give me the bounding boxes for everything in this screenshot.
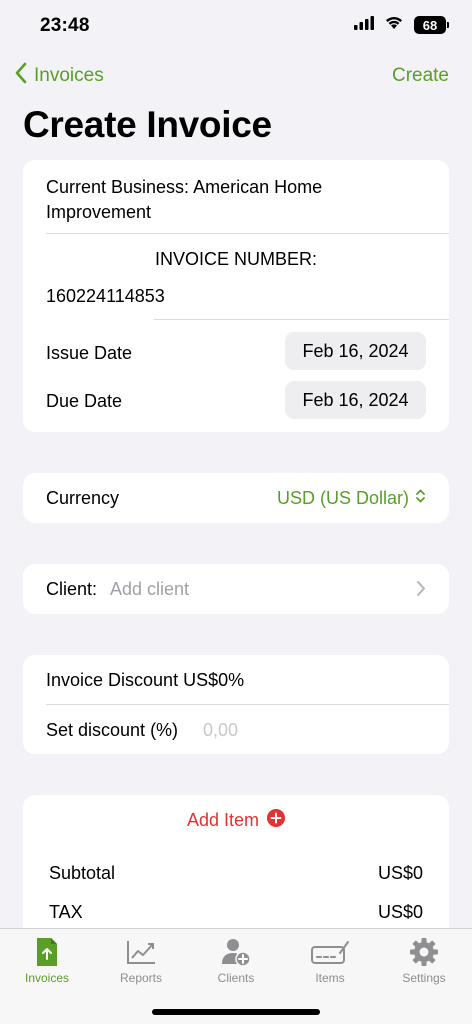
navigation-bar: Invoices Create	[0, 60, 472, 92]
business-line-2: Improvement	[46, 202, 152, 222]
chevron-up-down-icon	[415, 488, 426, 509]
plus-circle-icon	[267, 809, 286, 832]
page-title: Create Invoice	[23, 104, 272, 145]
chart-icon	[101, 935, 181, 969]
back-label: Invoices	[34, 65, 104, 86]
tab-label: Reports	[119, 971, 163, 985]
currency-card[interactable]: Currency USD (US Dollar)	[23, 473, 449, 523]
current-business: Current Business: American Home Improvem…	[46, 175, 322, 225]
client-label: Client:	[46, 579, 98, 599]
issue-date-picker[interactable]: Feb 16, 2024	[285, 332, 426, 370]
tab-items[interactable]: Items	[290, 935, 370, 985]
items-icon	[290, 935, 370, 969]
tab-label: Settings	[402, 971, 446, 985]
currency-picker[interactable]: USD (US Dollar)	[277, 488, 426, 509]
business-line-1: Current Business: American Home	[46, 177, 323, 197]
set-discount-label: Set discount (%)	[46, 720, 179, 740]
tax-label: TAX	[49, 902, 83, 922]
due-date-label: Due Date	[46, 391, 123, 411]
wifi-icon	[384, 15, 404, 35]
subtotal-label: Subtotal	[49, 863, 116, 883]
issue-date-label: Issue Date	[46, 343, 133, 363]
invoice-number-label: INVOICE NUMBER:	[154, 249, 318, 269]
invoice-discount-title: Invoice Discount US$0%	[46, 670, 245, 690]
status-icons: 68	[354, 15, 449, 35]
tab-reports[interactable]: Reports	[101, 935, 181, 985]
discount-input[interactable]: 0,00	[203, 720, 238, 741]
add-client-placeholder[interactable]: Add client	[110, 579, 189, 600]
tab-settings[interactable]: Settings	[384, 935, 464, 985]
add-person-icon	[196, 935, 276, 969]
signal-icon	[354, 15, 374, 35]
status-bar: 23:48 68	[0, 0, 472, 54]
invoice-icon	[7, 935, 87, 969]
client-card[interactable]: Client: Add client	[23, 564, 449, 614]
tab-label: Invoices	[24, 971, 70, 985]
chevron-left-icon	[14, 62, 28, 90]
currency-value: USD (US Dollar)	[276, 488, 409, 508]
divider	[46, 233, 449, 234]
tax-value: US$0	[377, 902, 423, 922]
tab-clients[interactable]: Clients	[196, 935, 276, 985]
add-item-button[interactable]: Add Item	[23, 809, 449, 832]
invoice-details-card: Current Business: American Home Improvem…	[23, 160, 449, 432]
back-button[interactable]: Invoices	[14, 62, 104, 90]
invoice-number-value[interactable]: 160224114853	[46, 286, 165, 307]
divider	[46, 704, 449, 705]
divider	[154, 319, 449, 320]
status-time: 23:48	[40, 15, 90, 36]
discount-card: Invoice Discount US$0% Set discount (%) …	[23, 655, 449, 754]
tab-label: Items	[315, 971, 345, 985]
add-item-label: Add Item	[186, 810, 260, 830]
gear-icon	[384, 935, 464, 969]
create-button[interactable]: Create	[392, 65, 449, 87]
subtotal-value: US$0	[377, 863, 423, 883]
tab-label: Clients	[217, 971, 255, 985]
tab-invoices[interactable]: Invoices	[7, 935, 87, 985]
due-date-picker[interactable]: Feb 16, 2024	[285, 381, 426, 419]
currency-label: Currency	[46, 488, 120, 508]
chevron-right-icon	[416, 580, 426, 602]
battery-icon: 68	[414, 16, 449, 34]
home-indicator	[152, 1009, 320, 1015]
